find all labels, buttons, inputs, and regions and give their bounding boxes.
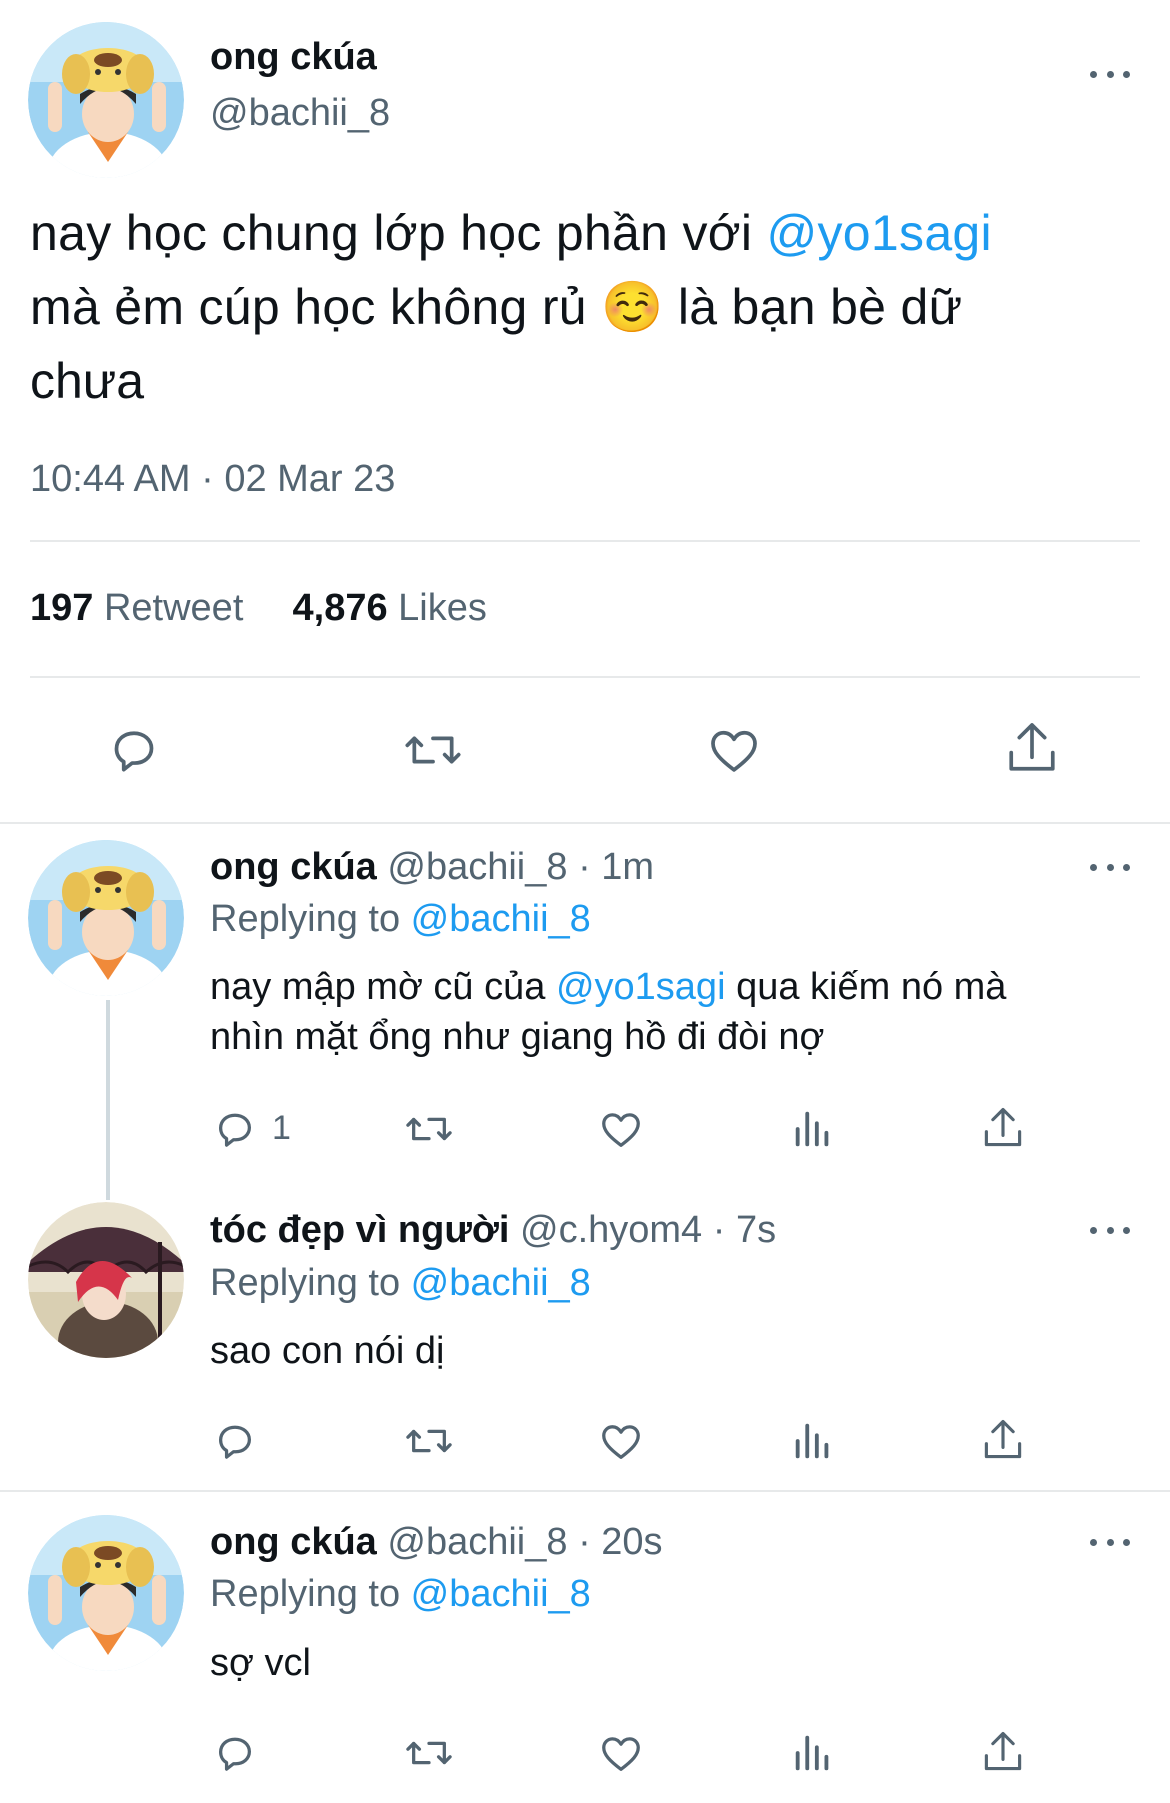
author-avatar[interactable] <box>28 22 184 178</box>
more-icon[interactable] <box>1090 861 1130 873</box>
tweet-text-line-2: mà ẻm cúp học không rủ ☺️ là bạn bè dữ <box>30 278 962 337</box>
like-icon[interactable] <box>598 1106 644 1152</box>
divider <box>30 540 1140 542</box>
tweet-text-line-1: nay học chung lớp học phần với @yo1sagi <box>30 204 992 262</box>
reply-author-name[interactable]: ong ckúa <box>210 846 377 888</box>
replying-to: Replying to @bachii_8 <box>210 1573 591 1616</box>
reply-author-handle[interactable]: @bachii_8 <box>387 1521 567 1563</box>
retweet-icon[interactable] <box>402 722 464 778</box>
divider <box>30 676 1140 678</box>
replying-label: Replying to <box>210 1573 411 1615</box>
reply-author-handle[interactable]: @bachii_8 <box>387 846 567 888</box>
analytics-icon[interactable] <box>790 1106 836 1152</box>
share-icon[interactable] <box>1004 718 1060 778</box>
reply-text-line-1: nay mập mờ cũ của @yo1sagi qua kiếm nó m… <box>210 966 1006 1009</box>
replying-label: Replying to <box>210 1262 411 1304</box>
reply-avatar[interactable] <box>28 840 184 996</box>
reply-header: tóc đẹp vì người @c.hyom4 · 7s <box>210 1209 776 1252</box>
like-icon[interactable] <box>706 722 762 778</box>
reply-header: ong ckúa @bachii_8 · 1m <box>210 846 654 889</box>
reply-avatar[interactable] <box>28 1515 184 1671</box>
divider <box>0 1490 1170 1492</box>
share-icon[interactable] <box>980 1104 1026 1152</box>
mention-link[interactable]: @yo1sagi <box>556 966 726 1008</box>
more-icon[interactable] <box>1090 1536 1130 1548</box>
more-icon[interactable] <box>1090 1224 1130 1236</box>
share-icon[interactable] <box>980 1728 1026 1776</box>
author-handle[interactable]: @bachii_8 <box>210 92 390 135</box>
reply-count: 1 <box>272 1109 291 1147</box>
divider <box>0 822 1170 824</box>
reply-author-handle[interactable]: @c.hyom4 <box>520 1209 702 1251</box>
analytics-icon[interactable] <box>790 1730 836 1776</box>
tweet-timestamp[interactable]: 10:44 AM · 02 Mar 23 <box>30 458 395 501</box>
retweet-icon[interactable] <box>402 1730 456 1776</box>
retweet-count[interactable]: 197 <box>30 587 93 629</box>
like-icon[interactable] <box>598 1730 644 1776</box>
reply-icon[interactable] <box>212 1106 258 1152</box>
analytics-icon[interactable] <box>790 1418 836 1464</box>
like-icon[interactable] <box>598 1418 644 1464</box>
reply-icon[interactable] <box>212 1730 258 1776</box>
reply-time[interactable]: · 1m <box>578 846 654 888</box>
reply-text: qua kiếm nó mà <box>725 966 1007 1008</box>
reply-header: ong ckúa @bachii_8 · 20s <box>210 1521 663 1564</box>
retweet-label[interactable]: Retweet <box>104 587 243 629</box>
tweet-text: nay học chung lớp học phần với <box>30 205 767 261</box>
engagement-stats: 197 Retweet 4,876 Likes <box>30 587 487 630</box>
reply-text-line-2: nhìn mặt ổng như giang hồ đi đòi nợ <box>210 1016 825 1058</box>
replying-handle[interactable]: @bachii_8 <box>411 1573 591 1615</box>
tweet-text-line-3: chưa <box>30 353 145 409</box>
thread-line <box>106 1000 110 1200</box>
share-icon[interactable] <box>980 1416 1026 1464</box>
reply-author-name[interactable]: ong ckúa <box>210 1521 377 1563</box>
replying-to: Replying to @bachii_8 <box>210 1262 591 1305</box>
likes-count[interactable]: 4,876 <box>293 587 388 629</box>
likes-label[interactable]: Likes <box>398 587 487 629</box>
replying-handle[interactable]: @bachii_8 <box>411 898 591 940</box>
mention-link[interactable]: @yo1sagi <box>766 205 992 261</box>
reply-text: nay mập mờ cũ của <box>210 966 556 1008</box>
reply-time[interactable]: · 20s <box>578 1521 662 1563</box>
replying-handle[interactable]: @bachii_8 <box>411 1262 591 1304</box>
retweet-icon[interactable] <box>402 1106 456 1152</box>
replying-to: Replying to @bachii_8 <box>210 898 591 941</box>
reply-icon[interactable] <box>212 1418 258 1464</box>
tweet-text: là bạn bè dữ <box>663 279 963 335</box>
smile-emoji: ☺️ <box>601 279 664 335</box>
retweet-icon[interactable] <box>402 1418 456 1464</box>
reply-avatar[interactable] <box>28 1202 184 1358</box>
reply-time[interactable]: · 7s <box>713 1209 776 1251</box>
more-icon[interactable] <box>1090 68 1130 80</box>
tweet-text: mà ẻm cúp học không rủ <box>30 279 602 335</box>
replying-label: Replying to <box>210 898 411 940</box>
author-name[interactable]: ong ckúa <box>210 36 377 79</box>
reply-icon[interactable] <box>106 722 162 778</box>
reply-author-name[interactable]: tóc đẹp vì người <box>210 1209 509 1251</box>
reply-text-line-1: sao con nói dị <box>210 1330 445 1372</box>
reply-text-line-1: sợ vcl <box>210 1642 311 1684</box>
